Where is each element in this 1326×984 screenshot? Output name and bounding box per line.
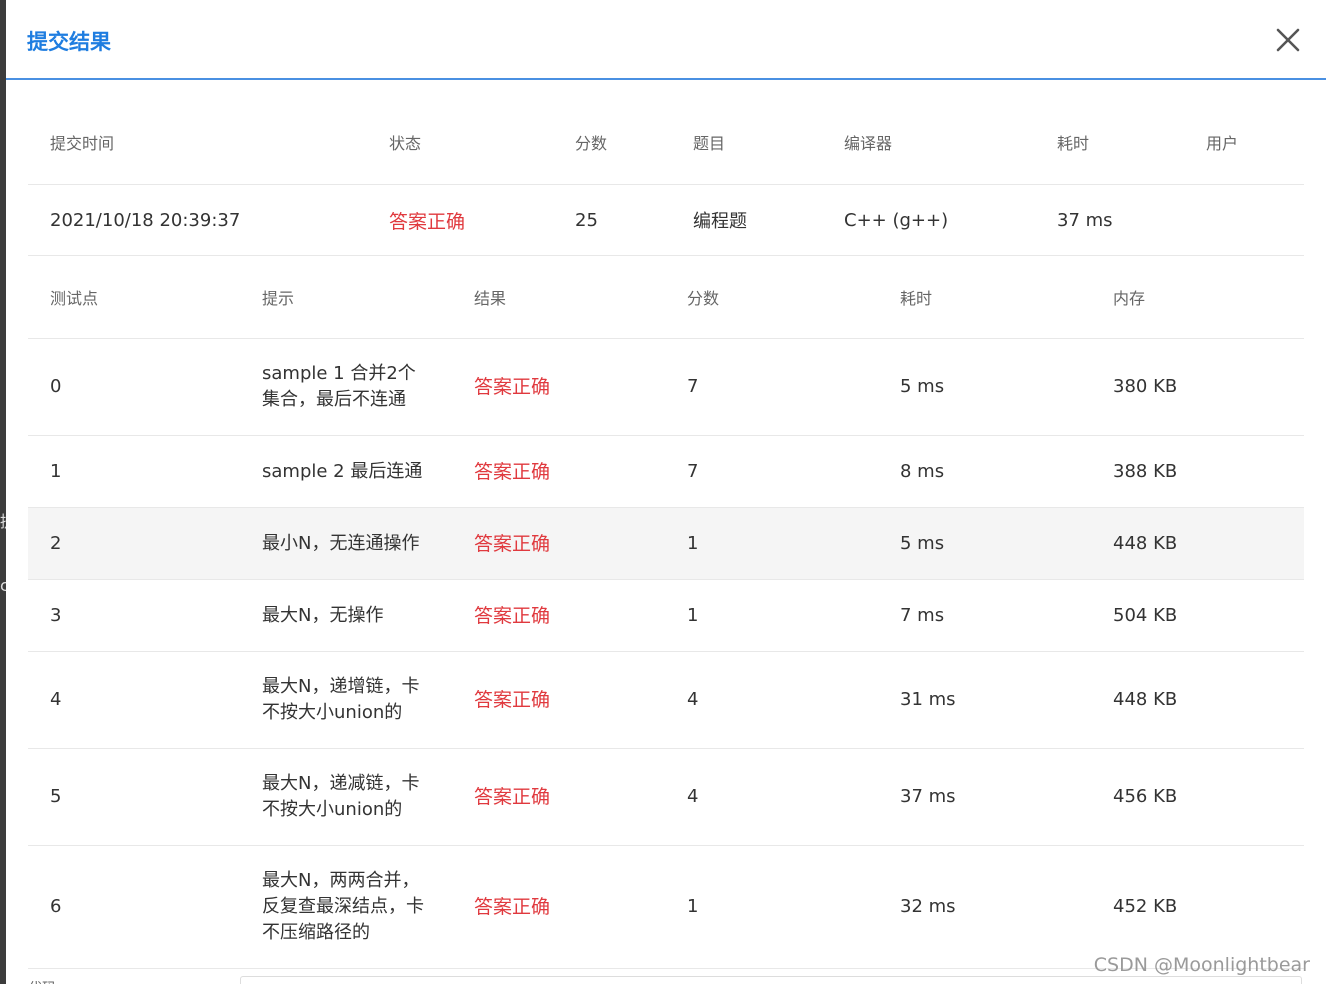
column-header: 测试点 — [50, 289, 99, 308]
testcase-hint: sample 1 合并2个集合，最后不连通 — [262, 363, 416, 410]
testcase-id: 2 — [50, 532, 62, 554]
user-value[interactable] — [1184, 185, 1304, 256]
dialog-title: 提交结果 — [27, 30, 111, 54]
testcase-score: 1 — [687, 604, 699, 626]
table-row: 0 sample 1 合并2个集合，最后不连通 答案正确 7 5 ms 380 … — [28, 339, 1304, 436]
testcase-score: 7 — [687, 460, 699, 482]
column-header: 分数 — [575, 134, 608, 153]
testcase-memory: 448 KB — [1113, 532, 1178, 554]
score-value: 25 — [575, 209, 598, 231]
testcase-result: 答案正确 — [474, 604, 551, 627]
testcase-time: 5 ms — [900, 532, 945, 554]
submission-result-dialog: 提交结果 提交时间 状态 分数 题目 编译器 耗时 用户 2021/10/18 … — [6, 0, 1326, 984]
testcase-hint: 最大N，无操作 — [262, 604, 384, 626]
submission-summary-table: 提交时间 状态 分数 题目 编译器 耗时 用户 2021/10/18 20:39… — [28, 100, 1304, 256]
testcase-score: 4 — [687, 786, 699, 807]
compiler-value: C++ (g++) — [844, 209, 949, 231]
testcase-memory: 380 KB — [1113, 376, 1178, 397]
testcase-hint: 最大N，递增链，卡不按大小union的 — [262, 676, 420, 723]
column-header: 提交时间 — [50, 134, 115, 153]
column-header: 内存 — [1113, 289, 1146, 308]
testcase-id: 5 — [50, 786, 62, 807]
submit-time: 2021/10/18 20:39:37 — [50, 209, 241, 231]
dialog-body: 提交时间 状态 分数 题目 编译器 耗时 用户 2021/10/18 20:39… — [28, 100, 1304, 969]
testcase-id: 6 — [50, 896, 62, 917]
table-row: 3 最大N，无操作 答案正确 1 7 ms 504 KB — [28, 580, 1304, 652]
table-row: 2 最小N，无连通操作 答案正确 1 5 ms 448 KB — [28, 507, 1304, 580]
column-header: 耗时 — [1057, 134, 1090, 153]
testcase-memory: 388 KB — [1113, 460, 1178, 482]
testcase-time: 8 ms — [900, 460, 945, 482]
table-row: 4 最大N，递增链，卡不按大小union的 答案正确 4 31 ms 448 K… — [28, 652, 1304, 749]
time-value: 37 ms — [1057, 209, 1113, 231]
testcase-id: 4 — [50, 689, 62, 710]
testcase-result: 答案正确 — [474, 689, 551, 711]
testcase-id: 3 — [50, 604, 62, 626]
column-header: 提示 — [262, 289, 295, 308]
testcase-result: 答案正确 — [474, 460, 551, 483]
testcase-time: 31 ms — [900, 689, 956, 710]
table-header-row: 测试点 提示 结果 分数 耗时 内存 — [28, 256, 1304, 339]
testcase-time: 32 ms — [900, 896, 956, 917]
testcase-hint: sample 2 最后连通 — [262, 460, 423, 482]
dialog-header: 提交结果 — [6, 0, 1326, 80]
testcase-id: 0 — [50, 376, 62, 397]
testcase-result: 答案正确 — [474, 532, 551, 555]
testcase-memory: 448 KB — [1113, 689, 1178, 710]
table-row: 2021/10/18 20:39:37 答案正确 25 编程题 C++ (g++… — [28, 185, 1304, 256]
column-header: 状态 — [389, 134, 422, 153]
column-header: 结果 — [474, 289, 507, 308]
testcase-result: 答案正确 — [474, 786, 551, 808]
testcase-hint: 最大N，递减链，卡不按大小union的 — [262, 773, 420, 820]
code-label: 代码 — [28, 978, 56, 984]
testcase-score: 4 — [687, 689, 699, 710]
table-row: 5 最大N，递减链，卡不按大小union的 答案正确 4 37 ms 456 K… — [28, 749, 1304, 846]
testcase-time: 37 ms — [900, 786, 956, 807]
testcase-score: 1 — [687, 896, 699, 917]
testcase-table: 测试点 提示 结果 分数 耗时 内存 0 sample 1 合并2个集合，最后不… — [28, 256, 1304, 969]
testcase-memory: 452 KB — [1113, 896, 1178, 917]
code-viewer[interactable] — [240, 976, 1302, 984]
column-header: 编译器 — [844, 134, 893, 153]
status-text: 答案正确 — [389, 210, 466, 233]
testcase-score: 7 — [687, 376, 699, 397]
testcase-result: 答案正确 — [474, 376, 551, 398]
testcase-score: 1 — [687, 532, 699, 554]
testcase-id: 1 — [50, 460, 62, 482]
column-header: 用户 — [1206, 134, 1239, 153]
table-header-row: 提交时间 状态 分数 题目 编译器 耗时 用户 — [28, 100, 1304, 185]
close-icon[interactable] — [1272, 24, 1304, 56]
watermark: CSDN @Moonlightbear — [1093, 954, 1310, 976]
testcase-result: 答案正确 — [474, 896, 551, 918]
testcase-memory: 504 KB — [1113, 604, 1178, 626]
testcase-hint: 最大N，两两合并，反复查最深结点，卡不压缩路径的 — [262, 870, 424, 943]
table-row: 1 sample 2 最后连通 答案正确 7 8 ms 388 KB — [28, 436, 1304, 508]
table-row: 6 最大N，两两合并，反复查最深结点，卡不压缩路径的 答案正确 1 32 ms … — [28, 846, 1304, 969]
column-header: 分数 — [687, 289, 720, 308]
column-header: 耗时 — [900, 289, 933, 308]
testcase-hint: 最小N，无连通操作 — [262, 532, 420, 554]
testcase-time: 5 ms — [900, 376, 945, 397]
problem-link[interactable]: 编程题 — [671, 185, 822, 256]
testcase-memory: 456 KB — [1113, 786, 1178, 807]
column-header: 题目 — [693, 134, 726, 153]
testcase-time: 7 ms — [900, 604, 945, 626]
